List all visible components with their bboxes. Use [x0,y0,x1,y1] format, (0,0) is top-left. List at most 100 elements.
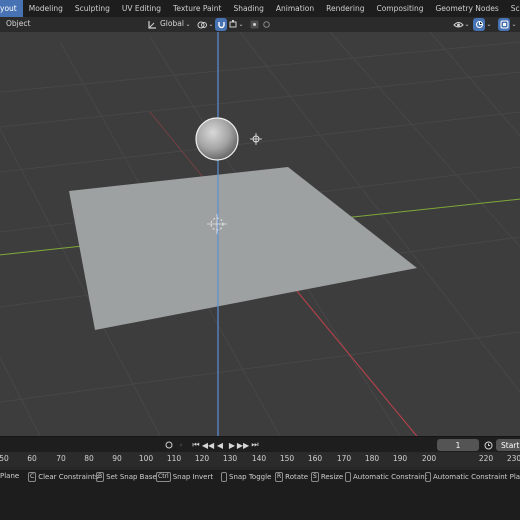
gizmo-toggle-icon[interactable] [473,18,485,31]
ruler-tick-label: 70 [56,454,66,463]
tab-label: Shading [233,4,264,13]
snap-toggle-icon[interactable] [215,18,227,31]
mouse-icon: ​ [221,472,227,482]
key-icon: S [311,472,319,482]
ruler-tick-label: 50 [0,454,9,463]
tab-label: Modeling [28,4,63,13]
tab-label: UV Editing [121,4,162,13]
auto-key-icon[interactable]: ◦ [177,439,185,451]
ruler-tick-label: 60 [27,454,37,463]
overlays-toggle-icon[interactable] [498,18,510,31]
status-hint-label: Set Snap Base [106,473,157,481]
chevron-down-icon: ⌄ [464,21,470,28]
tab-layout[interactable]: yout [0,0,23,17]
ruler-tick-label: 200 [421,454,437,463]
ruler-tick-label: 220 [478,454,494,463]
tab-label: Compositing [376,4,424,13]
ruler-tick-label: 160 [307,454,323,463]
ruler-tick-label: 130 [222,454,238,463]
status-hint: R Rotate [275,472,308,482]
jump-start-icon[interactable]: ⏮ [191,439,201,451]
status-hint-label: Automatic Constraint [353,473,428,481]
play-reverse-icon[interactable]: ◀ [215,439,225,451]
status-bar: Plane C Clear Constraints B Set Snap Base Ctr… [0,470,520,484]
snap-target-icon[interactable] [228,18,238,31]
status-hint-label: Clear Constraints [38,473,99,481]
ruler-tick-label: 100 [138,454,154,463]
plane-object[interactable] [69,167,417,330]
chevron-down-icon: ⌄ [486,21,492,28]
window-bottom-area [0,484,520,520]
ruler-tick-label: 230 [506,454,520,463]
tab-compositing[interactable]: Compositing [370,0,429,17]
ruler-tick-label: 80 [84,454,94,463]
tab-geometry-nodes[interactable]: Geometry Nodes [429,0,504,17]
proportional-editing-icon[interactable] [249,18,259,31]
play-icon[interactable]: ▶ [227,439,237,451]
key-icon: Ctrl [156,472,171,482]
clock-icon[interactable] [483,439,493,451]
timeline-controls: ◦ ⏮ ◀◀ ◀ ▶ ▶▶ ⏭ 1 Start [0,436,520,452]
tab-modeling[interactable]: Modeling [23,0,69,17]
ruler-tick-label: 90 [112,454,122,463]
key-icon: R [275,472,284,482]
workspace-tabs: yout Modeling Sculpting UV Editing Textu… [0,0,520,17]
3d-viewport[interactable] [0,32,520,436]
falloff-icon[interactable] [262,18,270,31]
mode-menu[interactable]: Object [6,19,30,28]
jump-keyframe-back-icon[interactable]: ◀◀ [202,439,214,451]
chevron-down-icon: ⌄ [208,21,214,28]
status-hint-label: Plane [0,472,20,480]
mouse-icon: ​ [345,472,351,482]
grid-line [0,331,520,403]
tab-label: Scripting [510,4,520,13]
tab-sculpting[interactable]: Sculpting [69,0,116,17]
key-icon: B [96,472,105,482]
ruler-tick-label: 170 [336,454,352,463]
tab-uv-editing[interactable]: UV Editing [116,0,167,17]
tab-shading[interactable]: Shading [227,0,269,17]
status-hint-label: Snap Invert [172,473,214,481]
jump-keyframe-forward-icon[interactable]: ▶▶ [237,439,249,451]
chevron-down-icon: ⌄ [511,21,517,28]
jump-end-icon[interactable]: ⏭ [250,439,260,451]
status-hint: ​Automatic Constraint [345,472,427,482]
tab-animation[interactable]: Animation [270,0,320,17]
grid-line [0,356,41,436]
transform-orientation-icon[interactable] [147,18,157,31]
tab-label: Texture Paint [173,4,222,13]
start-frame-field[interactable]: Start [496,439,520,451]
viewport-scene [0,32,520,436]
ruler-tick-label: 150 [279,454,295,463]
tab-label: Sculpting [74,4,110,13]
status-hint: ​Automatic Constraint Pla [425,472,520,482]
tab-texture-paint[interactable]: Texture Paint [167,0,227,17]
ruler-tick-label: 180 [364,454,380,463]
mouse-icon: ​ [425,472,431,482]
grid-line [0,41,520,93]
grid-line [0,111,520,173]
viewport-header: Object Global ⌄ ⌄ ⌄ ⌄ ⌄ ⌄ [0,17,520,32]
tab-scripting[interactable]: Scripting [505,0,520,17]
ruler-tick-label: 190 [392,454,408,463]
tab-label: Geometry Nodes [435,4,499,13]
orientation-dropdown[interactable]: Global [160,19,184,28]
frame-ruler[interactable]: 50 60 70 80 90 100 110 120 130 140 150 160 170 180 190… [0,452,520,467]
status-hint: ​Snap Toggle [221,472,271,482]
status-hint-label: Rotate [285,473,309,481]
grid-line [0,71,520,128]
status-hint-label: Snap Toggle [229,473,272,481]
tab-rendering[interactable]: Rendering [320,0,370,17]
tab-label: yout [0,4,17,13]
current-frame-field[interactable]: 1 [437,439,479,451]
sphere-object[interactable] [195,117,239,161]
pivot-point-icon[interactable] [196,18,208,31]
keyframe-record-icon[interactable] [164,439,174,451]
visibility-icon[interactable] [452,18,464,31]
status-hint: C Clear Constraints [28,472,99,482]
status-hint-label: Automatic Constraint Pla [433,473,520,481]
key-icon: C [28,472,37,482]
status-hint: Plane [0,472,19,480]
status-hint: Ctrl Snap Invert [156,472,213,482]
status-hint: B Set Snap Base [96,472,157,482]
